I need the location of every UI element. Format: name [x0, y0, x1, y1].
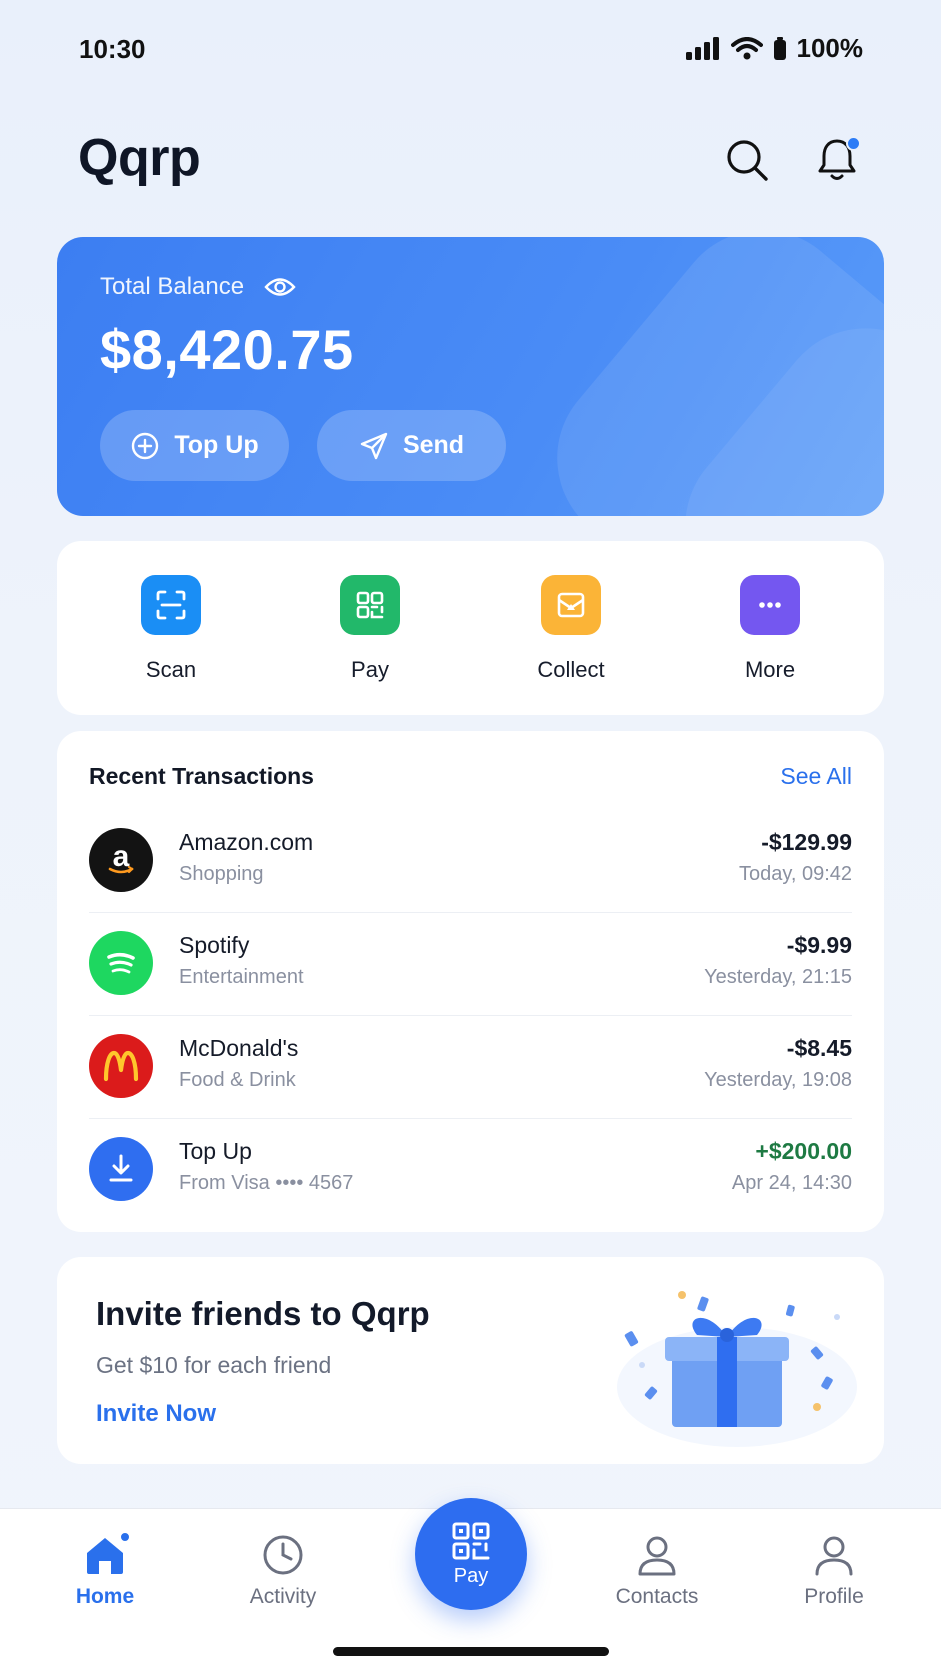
scan-icon: [141, 575, 201, 635]
nav-profile[interactable]: Profile: [774, 1533, 894, 1609]
transaction-amount: -$9.99: [786, 932, 852, 958]
transaction-name: Top Up: [179, 1138, 252, 1164]
search-icon: [727, 140, 768, 181]
top-up-button[interactable]: Top Up: [100, 410, 289, 481]
plus-circle-icon: [132, 432, 159, 459]
home-badge-dot: [119, 1531, 131, 1543]
transaction-category: From Visa •••• 4567: [179, 1172, 354, 1194]
status-bar: 10:30 100%: [0, 0, 941, 100]
action-more[interactable]: More: [690, 575, 850, 683]
quick-actions-card: Scan Pay Collect More: [57, 541, 884, 715]
transaction-time: Yesterday, 19:08: [704, 1069, 852, 1091]
notifications-button[interactable]: [811, 134, 863, 186]
action-scan[interactable]: Scan: [91, 575, 251, 683]
transaction-amount: +$200.00: [755, 1138, 852, 1164]
see-all-link[interactable]: See All: [780, 763, 852, 790]
nav-label: Profile: [804, 1585, 864, 1608]
action-pay[interactable]: Pay: [290, 575, 450, 683]
nav-pay-button[interactable]: Pay: [415, 1498, 527, 1610]
status-time: 10:30: [79, 34, 146, 64]
transaction-time: Apr 24, 14:30: [731, 1172, 852, 1194]
transaction-category: Shopping: [179, 863, 264, 885]
invite-title: Invite friends to Qqrp: [96, 1295, 430, 1332]
action-label: Collect: [537, 657, 605, 682]
nav-label: Activity: [249, 1585, 317, 1608]
transaction-name: Spotify: [179, 932, 250, 958]
transaction-category: Entertainment: [179, 966, 304, 988]
signal-icon: [685, 36, 719, 60]
transaction-time: Today, 09:42: [738, 863, 852, 885]
amazon-logo: a: [89, 828, 153, 892]
send-icon: [360, 432, 388, 459]
transaction-row[interactable]: Spotify Entertainment -$9.99 Yesterday, …: [89, 914, 852, 1016]
qr-pay-icon: [340, 575, 400, 635]
balance-label-row: Total Balance: [100, 273, 296, 301]
transaction-amount: -$8.45: [786, 1035, 852, 1061]
nav-pay-label: Pay: [453, 1564, 489, 1587]
qr-code-icon: [452, 1522, 490, 1559]
gift-illustration: [617, 1291, 857, 1447]
download-icon: [89, 1137, 153, 1201]
transaction-category: Food & Drink: [179, 1069, 296, 1091]
nav-activity[interactable]: Activity: [223, 1533, 343, 1609]
notification-dot: [846, 136, 861, 151]
svg-text:a: a: [113, 840, 130, 873]
status-indicators: 100%: [685, 33, 864, 64]
action-collect[interactable]: Collect: [491, 575, 651, 683]
transaction-name: Amazon.com: [179, 829, 314, 855]
transaction-name: McDonald's: [179, 1035, 299, 1061]
contacts-icon: [638, 1536, 676, 1576]
transaction-row[interactable]: McDonald's Food & Drink -$8.45 Yesterday…: [89, 1017, 852, 1119]
transaction-row[interactable]: a Amazon.com Shopping -$129.99 Today, 09…: [89, 811, 852, 913]
transaction-row[interactable]: Top Up From Visa •••• 4567 +$200.00 Apr …: [89, 1120, 852, 1222]
nav-home[interactable]: Home: [45, 1531, 165, 1609]
profile-icon: [815, 1536, 853, 1576]
app-header: Qqrp: [0, 110, 941, 210]
spotify-logo: [89, 931, 153, 995]
transactions-card: Recent Transactions See All a Amazon.com…: [57, 731, 884, 1232]
invite-card: Invite friends to Qqrp Get $10 for each …: [57, 1257, 884, 1464]
eye-icon[interactable]: [264, 276, 296, 298]
transaction-amount: -$129.99: [761, 829, 852, 855]
send-button[interactable]: Send: [317, 410, 506, 481]
action-label: More: [744, 657, 796, 682]
transactions-title: Recent Transactions: [89, 763, 314, 789]
invite-now-link[interactable]: Invite Now: [96, 1400, 216, 1428]
battery-icon: [773, 36, 786, 60]
wifi-icon: [730, 36, 763, 59]
balance-label: Total Balance: [100, 273, 245, 300]
transaction-time: Yesterday, 21:15: [704, 966, 852, 988]
more-dots-icon: [740, 575, 800, 635]
search-button[interactable]: [721, 134, 773, 186]
send-label: Send: [402, 431, 465, 459]
nav-label: Contacts: [615, 1585, 699, 1608]
home-indicator: [333, 1647, 609, 1656]
clock-icon: [263, 1535, 303, 1575]
nav-label: Home: [75, 1585, 135, 1608]
balance-amount: $8,420.75: [100, 318, 354, 381]
nav-contacts[interactable]: Contacts: [597, 1533, 717, 1609]
top-up-label: Top Up: [174, 431, 259, 459]
action-label: Pay: [351, 657, 389, 682]
balance-card: Total Balance $8,420.75 Top Up Send: [57, 237, 884, 516]
action-label: Scan: [145, 657, 197, 682]
mcdonalds-logo: [89, 1034, 153, 1098]
invite-subtitle: Get $10 for each friend: [96, 1352, 332, 1378]
app-title: Qqrp: [78, 129, 201, 187]
collect-icon: [541, 575, 601, 635]
battery-percent: 100%: [796, 33, 864, 63]
